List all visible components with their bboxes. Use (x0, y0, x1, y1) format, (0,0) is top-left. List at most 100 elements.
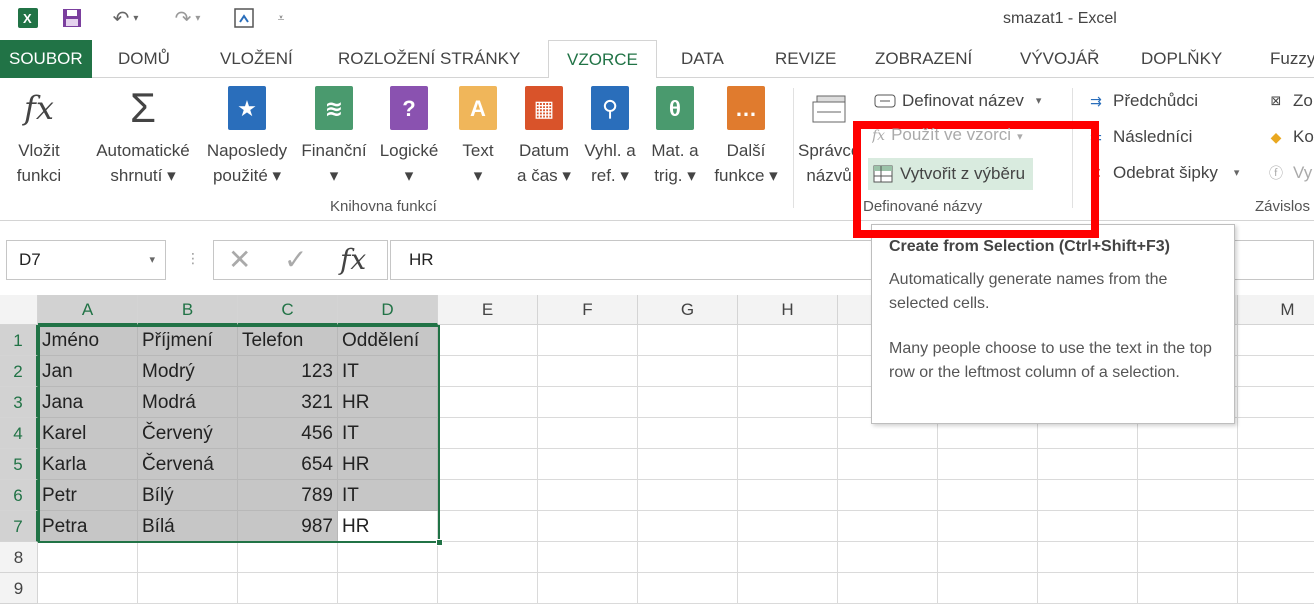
column-header-h[interactable]: H (738, 295, 838, 325)
cell-f3[interactable] (538, 387, 638, 418)
cell-g6[interactable] (638, 480, 738, 511)
cell-d9[interactable] (338, 573, 438, 604)
cell-g2[interactable] (638, 356, 738, 387)
cell-d4[interactable]: IT (338, 418, 438, 449)
create-from-selection-button[interactable]: Vytvořit z výběru (868, 158, 1034, 190)
tab-developer[interactable]: VÝVOJÁŘ (1020, 40, 1099, 78)
cell-k9[interactable] (1038, 573, 1138, 604)
cell-m6[interactable] (1238, 480, 1314, 511)
row-header-9[interactable]: 9 (0, 573, 38, 604)
cell-g5[interactable] (638, 449, 738, 480)
select-all-corner[interactable] (0, 295, 38, 325)
tab-data[interactable]: DATA (681, 40, 724, 78)
math-trig-button[interactable]: θ Mat. a trig. ▾ (646, 86, 704, 188)
row-header-4[interactable]: 4 (0, 418, 38, 449)
cell-e2[interactable] (438, 356, 538, 387)
cell-c3[interactable]: 321 (238, 387, 338, 418)
formula-bar-resize-handle[interactable]: ⋮ (186, 250, 200, 267)
recently-used-button[interactable]: ★ Naposledy použité ▾ (202, 86, 292, 188)
tab-formulas[interactable]: VZORCE (548, 40, 657, 79)
text-button[interactable]: A Text ▾ (452, 86, 504, 188)
enter-icon[interactable]: ✓ (284, 243, 307, 276)
cell-a6[interactable]: Petr (38, 480, 138, 511)
cell-m3[interactable] (1238, 387, 1314, 418)
cell-h2[interactable] (738, 356, 838, 387)
cell-m2[interactable] (1238, 356, 1314, 387)
cell-f7[interactable] (538, 511, 638, 542)
cell-d1[interactable]: Oddělení (338, 325, 438, 356)
chevron-down-icon[interactable]: ▾ (149, 241, 155, 279)
cell-i8[interactable] (838, 542, 938, 573)
cell-i5[interactable] (838, 449, 938, 480)
more-functions-button[interactable]: … Další funkce ▾ (708, 86, 784, 188)
cell-c2[interactable]: 123 (238, 356, 338, 387)
cell-m9[interactable] (1238, 573, 1314, 604)
row-header-1[interactable]: 1 (0, 325, 38, 356)
trace-precedents-button[interactable]: ⇉ Předchůdci (1085, 86, 1198, 116)
redo-icon[interactable]: ↷ ▾ (165, 5, 210, 31)
tab-view[interactable]: ZOBRAZENÍ (875, 40, 972, 78)
cell-m5[interactable] (1238, 449, 1314, 480)
cell-a4[interactable]: Karel (38, 418, 138, 449)
cell-m8[interactable] (1238, 542, 1314, 573)
cell-e5[interactable] (438, 449, 538, 480)
touch-mode-icon[interactable] (230, 5, 258, 31)
cell-f1[interactable] (538, 325, 638, 356)
cell-b6[interactable]: Bílý (138, 480, 238, 511)
cell-d5[interactable]: HR (338, 449, 438, 480)
cell-b3[interactable]: Modrá (138, 387, 238, 418)
evaluate-formula-button[interactable]: ⓕ Vy (1265, 158, 1312, 188)
cell-i7[interactable] (838, 511, 938, 542)
cell-a7[interactable]: Petra (38, 511, 138, 542)
show-formulas-button[interactable]: ⊠ Zo (1265, 86, 1313, 116)
cell-e9[interactable] (438, 573, 538, 604)
cell-b7[interactable]: Bílá (138, 511, 238, 542)
fill-handle[interactable] (436, 539, 443, 546)
cell-l7[interactable] (1138, 511, 1238, 542)
financial-button[interactable]: ≋ Finanční ▾ (297, 86, 371, 188)
cell-g9[interactable] (638, 573, 738, 604)
cell-c4[interactable]: 456 (238, 418, 338, 449)
column-header-b[interactable]: B (138, 295, 238, 325)
cell-b8[interactable] (138, 542, 238, 573)
cell-j9[interactable] (938, 573, 1038, 604)
row-header-2[interactable]: 2 (0, 356, 38, 387)
cell-m1[interactable] (1238, 325, 1314, 356)
cell-e8[interactable] (438, 542, 538, 573)
autosum-button[interactable]: Σ Automatické shrnutí ▾ (88, 86, 198, 188)
undo-icon[interactable]: ↶ ▾ (103, 5, 148, 31)
tab-fuzzy[interactable]: Fuzzy (1270, 40, 1314, 78)
row-header-3[interactable]: 3 (0, 387, 38, 418)
cell-h8[interactable] (738, 542, 838, 573)
tab-file[interactable]: SOUBOR (0, 40, 92, 78)
cell-g8[interactable] (638, 542, 738, 573)
cell-k6[interactable] (1038, 480, 1138, 511)
cell-e3[interactable] (438, 387, 538, 418)
insert-function-button[interactable]: fx Vložit funkci (6, 86, 72, 188)
cell-c5[interactable]: 654 (238, 449, 338, 480)
cell-c9[interactable] (238, 573, 338, 604)
cell-g7[interactable] (638, 511, 738, 542)
cell-m4[interactable] (1238, 418, 1314, 449)
column-header-c[interactable]: C (238, 295, 338, 325)
cell-c7[interactable]: 987 (238, 511, 338, 542)
cell-e4[interactable] (438, 418, 538, 449)
cell-a1[interactable]: Jméno (38, 325, 138, 356)
cell-f4[interactable] (538, 418, 638, 449)
name-manager-button[interactable]: Správce názvů (798, 86, 860, 188)
lookup-reference-button[interactable]: ⚲ Vyhl. a ref. ▾ (578, 86, 642, 188)
cell-b1[interactable]: Příjmení (138, 325, 238, 356)
cell-h7[interactable] (738, 511, 838, 542)
tab-addins[interactable]: DOPLŇKY (1141, 40, 1222, 78)
cell-d2[interactable]: IT (338, 356, 438, 387)
cell-d3[interactable]: HR (338, 387, 438, 418)
logical-button[interactable]: ? Logické ▾ (374, 86, 444, 188)
cell-l9[interactable] (1138, 573, 1238, 604)
cell-f9[interactable] (538, 573, 638, 604)
cell-g3[interactable] (638, 387, 738, 418)
error-checking-button[interactable]: ◆ Ko (1265, 122, 1314, 152)
cell-j5[interactable] (938, 449, 1038, 480)
column-header-d[interactable]: D (338, 295, 438, 325)
cell-l6[interactable] (1138, 480, 1238, 511)
cell-g1[interactable] (638, 325, 738, 356)
